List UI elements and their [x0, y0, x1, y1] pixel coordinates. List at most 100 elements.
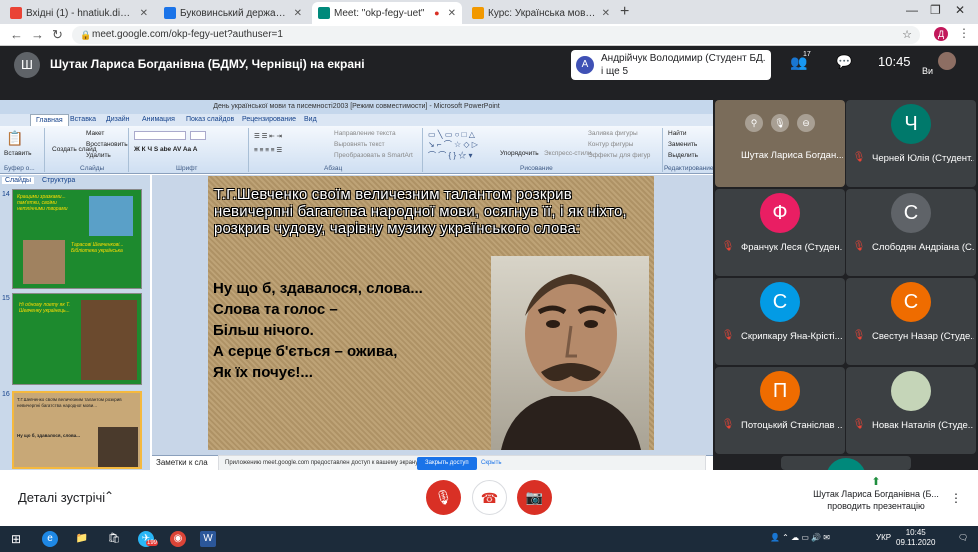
- explorer-icon[interactable]: 📁: [74, 531, 90, 547]
- camera-toggle-button[interactable]: 📷: [517, 480, 552, 515]
- speaker-name: Андрійчук Володимир (Студент БД...: [601, 53, 766, 64]
- participant-tile[interactable]: Ф 🎙 Франчук Леся (Студен...: [715, 189, 845, 276]
- word-icon[interactable]: W: [200, 531, 216, 547]
- mic-off-icon: 🎙: [852, 419, 866, 430]
- shape-effects-button[interactable]: Эффекты для фигур: [588, 152, 650, 159]
- minimize-button[interactable]: —: [906, 3, 918, 17]
- windows-start-icon[interactable]: ⊞: [8, 531, 24, 547]
- thumb-caption: Тарасові Шевченкові... Бібліотека україн…: [71, 242, 124, 254]
- close-icon[interactable]: ✕: [140, 8, 148, 19]
- delete-button[interactable]: Удалить: [86, 152, 111, 159]
- participant-tile[interactable]: ⚲ 🎙 ⊖ Шутак Лариса Богдан...: [715, 100, 845, 187]
- current-slide[interactable]: Т.Г.Шевченко своїм величезним талантом р…: [208, 176, 654, 450]
- leave-call-button[interactable]: ☎: [472, 480, 507, 515]
- participant-tile[interactable]: С 🎙 Слободян Андріана (С...: [846, 189, 976, 276]
- present-icon: ⬆: [871, 476, 881, 488]
- forward-button[interactable]: →: [31, 27, 44, 42]
- hide-notification-link[interactable]: Скрыть: [481, 460, 501, 466]
- arrange-button[interactable]: Упорядочить: [500, 150, 539, 157]
- select-button[interactable]: Выделить: [668, 152, 698, 159]
- mute-icon[interactable]: 🎙: [771, 114, 789, 132]
- remove-icon[interactable]: ⊖: [797, 114, 815, 132]
- participant-tile[interactable]: С 🎙 Свестун Назар (Студе...: [846, 278, 976, 365]
- tab-gmail[interactable]: Вхідні (1) - hnatiuk.diana.st@bsm ✕: [4, 2, 154, 24]
- font-name-select[interactable]: [134, 131, 186, 140]
- close-window-button[interactable]: ✕: [955, 3, 965, 17]
- chrome-icon[interactable]: ◉: [170, 531, 186, 547]
- close-icon[interactable]: ✕: [602, 8, 610, 19]
- store-icon[interactable]: 🛍: [106, 531, 122, 547]
- shape-fill-button[interactable]: Заливка фигуры: [588, 130, 638, 137]
- bookmark-star-icon[interactable]: ☆: [902, 26, 912, 44]
- new-tab-button[interactable]: +: [620, 3, 629, 21]
- system-clock[interactable]: 10:45 09.11.2020: [896, 528, 935, 548]
- chat-icon[interactable]: 💬: [836, 54, 852, 70]
- smartart-button[interactable]: Преобразовать в SmartArt: [334, 152, 413, 159]
- maximize-button[interactable]: ❐: [930, 3, 941, 17]
- separator: [422, 128, 423, 172]
- pin-icon[interactable]: ⚲: [745, 114, 763, 132]
- tab-outline[interactable]: Структура: [42, 177, 75, 184]
- bold-button[interactable]: Ж К Ч S abe AV Aa A: [134, 146, 197, 153]
- mic-toggle-button[interactable]: 🎙: [426, 480, 461, 515]
- back-button[interactable]: ←: [10, 27, 23, 42]
- screen: Вхідні (1) - hnatiuk.diana.st@bsm ✕ Буко…: [0, 0, 978, 552]
- tab-design[interactable]: Дизайн: [106, 116, 130, 123]
- tab-course[interactable]: Курс: Українська мова (за проф ✕: [466, 2, 616, 24]
- align-text-button[interactable]: Выровнять текст: [334, 141, 385, 148]
- meeting-details-button[interactable]: Деталі зустрічі: [18, 490, 105, 505]
- reload-button[interactable]: ↻: [52, 27, 63, 43]
- tab-slides[interactable]: Слайды: [2, 177, 35, 184]
- shapes-gallery[interactable]: ▭ ╲ ▭ ○ □ △ ↘ ⌐ ⌒ ☆ ◇ ▷ ⌒ ⌒ { } ☆ ▾: [428, 130, 478, 161]
- tab-animation[interactable]: Анимация: [142, 116, 175, 123]
- more-options-icon[interactable]: ⋮: [950, 491, 962, 505]
- font-size-select[interactable]: [190, 131, 206, 140]
- presentation-status[interactable]: ⬆ Шутак Лариса Богданівна (Б... проводит…: [812, 476, 940, 512]
- thumb-text: Кращими зразками... пам'ятки, своїми нет…: [17, 194, 68, 212]
- list-buttons[interactable]: ☰ ☰ ⇤ ⇥: [254, 132, 282, 140]
- stop-sharing-button[interactable]: Закрыть доступ: [417, 457, 477, 470]
- edge-icon[interactable]: e: [42, 531, 58, 547]
- chevron-up-icon[interactable]: ⌃: [104, 489, 114, 503]
- tab-review[interactable]: Рецензирование: [242, 116, 296, 123]
- meeting-clock: 10:45: [878, 54, 911, 69]
- profile-avatar[interactable]: Д: [934, 27, 948, 41]
- screen-share-notification: Приложению meet.google.com предоставлен …: [218, 455, 706, 471]
- shape-outline-button[interactable]: Контур фигуры: [588, 141, 633, 148]
- slide-thumbnail-16[interactable]: Т.Г.Шевченко своїм величезним талантом р…: [12, 391, 142, 469]
- paste-button[interactable]: Вставить: [4, 150, 32, 157]
- quick-styles-button[interactable]: Экспресс-стили: [544, 150, 592, 157]
- tab-bsmu[interactable]: Буковинський державний медич ✕: [158, 2, 308, 24]
- notifications-icon[interactable]: 🗨: [958, 533, 968, 542]
- tab-slideshow[interactable]: Показ слайдов: [186, 116, 234, 123]
- tab-insert[interactable]: Вставка: [70, 116, 96, 123]
- restore-button[interactable]: Восстановить: [86, 141, 128, 148]
- participant-tile[interactable]: [781, 456, 911, 470]
- layout-button[interactable]: Макет: [86, 130, 104, 137]
- tab-meet[interactable]: Meet: "okp-fegy-uet" ● ✕: [312, 2, 462, 24]
- tray-icons[interactable]: 👤 ⌃ ☁ ▭ 🔊 ✉: [770, 533, 830, 542]
- slide-number: 16: [2, 391, 10, 398]
- close-icon[interactable]: ✕: [448, 8, 456, 19]
- tab-home[interactable]: Главная: [30, 114, 69, 126]
- tab-title: Meet: "okp-fegy-uet": [334, 7, 425, 19]
- group-drawing: Рисование: [520, 165, 553, 172]
- tab-view[interactable]: Вид: [304, 116, 317, 123]
- participant-tile[interactable]: 🎙 Новак Наталія (Студе...: [846, 367, 976, 454]
- slide-thumbnail-15[interactable]: Ні одному поету як Т. Шевченку українець…: [12, 293, 142, 385]
- participant-tile[interactable]: Ч 🎙 Черней Юлія (Студент...: [846, 100, 976, 187]
- participant-tile[interactable]: П 🎙 Потоцький Станіслав ...: [715, 367, 845, 454]
- url-input[interactable]: 🔒 meet.google.com/okp-fegy-uet?authuser=…: [72, 26, 920, 44]
- slide-thumbnail-14[interactable]: Кращими зразками... пам'ятки, своїми нет…: [12, 189, 142, 289]
- replace-button[interactable]: Заменить: [668, 141, 697, 148]
- close-icon[interactable]: ✕: [294, 8, 302, 19]
- ppt-title-bar: День української мови та писемності2003 …: [0, 100, 713, 114]
- participant-tile[interactable]: С 🎙 Скрипкару Яна-Крісті...: [715, 278, 845, 365]
- input-language[interactable]: УКР: [876, 533, 891, 542]
- separator: [248, 128, 249, 172]
- browser-menu-icon[interactable]: ⋮: [958, 26, 970, 40]
- align-buttons[interactable]: ≡ ≡ ≡ ≡ ☰: [254, 146, 282, 154]
- find-button[interactable]: Найти: [668, 130, 687, 137]
- participant-avatar: С: [891, 282, 931, 322]
- text-direction-button[interactable]: Направление текста: [334, 130, 396, 137]
